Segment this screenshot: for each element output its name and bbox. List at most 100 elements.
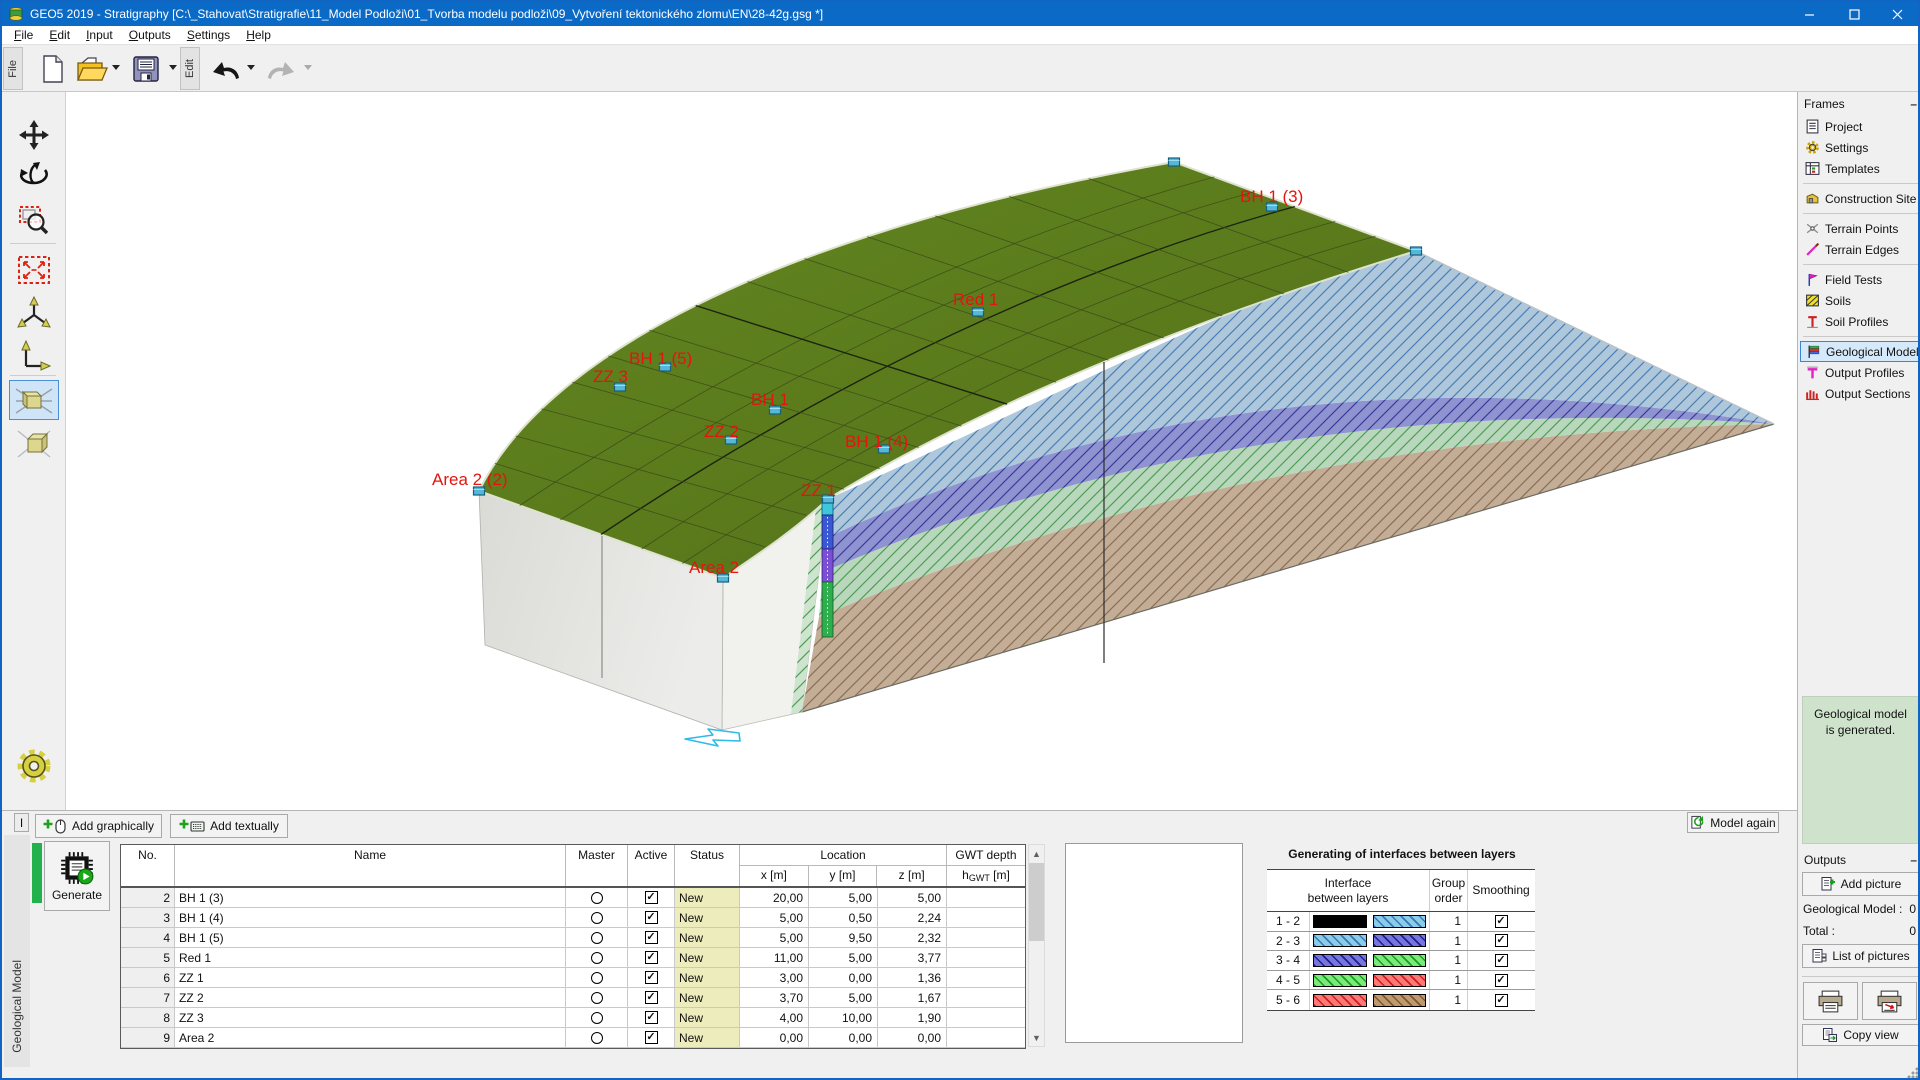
save-dropdown-arrow[interactable] <box>169 65 177 70</box>
active-checkbox[interactable]: ✓ <box>645 891 658 904</box>
add-textually-button[interactable]: Add textually <box>170 814 288 838</box>
scroll-down-arrow[interactable]: ▼ <box>1029 1029 1044 1046</box>
master-radio[interactable] <box>591 972 603 984</box>
table-row[interactable]: 5Red 1✓New11,005,003,77 <box>121 948 1025 968</box>
active-checkbox[interactable]: ✓ <box>645 931 658 944</box>
menu-settings[interactable]: Settings <box>179 27 238 43</box>
active-checkbox[interactable]: ✓ <box>645 1031 658 1044</box>
collapsed-frame-tab[interactable]: I <box>14 813 29 832</box>
print-selection-button[interactable] <box>1862 982 1917 1020</box>
table-scrollbar[interactable]: ▲ ▼ <box>1028 844 1045 1047</box>
sidebar-item-field-tests[interactable]: Field Tests <box>1800 269 1920 290</box>
master-radio[interactable] <box>591 952 603 964</box>
master-radio[interactable] <box>591 1032 603 1044</box>
sidebar-item-output-profiles[interactable]: Output Profiles <box>1800 362 1920 383</box>
master-radio[interactable] <box>591 932 603 944</box>
sidebar-item-construction-site[interactable]: Construction Site <box>1800 188 1920 209</box>
scroll-up-arrow[interactable]: ▲ <box>1029 845 1044 862</box>
sidebar-item-terrain-edges[interactable]: Terrain Edges <box>1800 239 1920 260</box>
sidebar-item-geological-model[interactable]: Geological Model <box>1800 341 1920 362</box>
interface-row[interactable]: 5 - 61✓ <box>1267 990 1535 1010</box>
axes-2d-button[interactable] <box>9 337 59 377</box>
corner-right-marker[interactable] <box>1411 247 1422 255</box>
group-order-value[interactable]: 1 <box>1430 912 1468 931</box>
active-checkbox[interactable]: ✓ <box>645 951 658 964</box>
scrollbar-thumb[interactable] <box>1029 863 1044 941</box>
sidebar-item-templates[interactable]: Templates <box>1800 158 1920 179</box>
active-checkbox[interactable]: ✓ <box>645 911 658 924</box>
zoom-window-tool-button[interactable] <box>9 200 59 240</box>
sidebar-item-project[interactable]: Project <box>1800 116 1920 137</box>
group-order-value[interactable]: 1 <box>1430 990 1468 1010</box>
corner-back-marker[interactable] <box>1169 158 1180 166</box>
master-radio[interactable] <box>591 912 603 924</box>
interface-row[interactable]: 4 - 51✓ <box>1267 971 1535 991</box>
interface-row[interactable]: 3 - 41✓ <box>1267 951 1535 971</box>
table-row[interactable]: 9Area 2✓New0,000,000,00 <box>121 1028 1025 1048</box>
active-checkbox[interactable]: ✓ <box>645 1011 658 1024</box>
table-row[interactable]: 6ZZ 1✓New3,000,001,36 <box>121 968 1025 988</box>
table-row[interactable]: 8ZZ 3✓New4,0010,001,90 <box>121 1008 1025 1028</box>
active-checkbox[interactable]: ✓ <box>645 991 658 1004</box>
table-row[interactable]: 3BH 1 (4)✓New5,000,502,24 <box>121 908 1025 928</box>
save-file-button[interactable] <box>128 50 164 88</box>
menu-file[interactable]: File <box>6 27 41 43</box>
menu-outputs[interactable]: Outputs <box>121 27 179 43</box>
new-file-button[interactable] <box>35 50 71 88</box>
pan-tool-button[interactable] <box>9 115 59 155</box>
smoothing-checkbox[interactable]: ✓ <box>1495 974 1508 987</box>
group-order-value[interactable]: 1 <box>1430 951 1468 970</box>
sidebar-item-output-sections[interactable]: Output Sections <box>1800 383 1920 404</box>
interface-row[interactable]: 1 - 21✓ <box>1267 912 1535 932</box>
open-dropdown-arrow[interactable] <box>112 65 120 70</box>
red-1-marker[interactable] <box>973 308 984 316</box>
table-row[interactable]: 4BH 1 (5)✓New5,009,502,32 <box>121 928 1025 948</box>
active-checkbox[interactable]: ✓ <box>645 971 658 984</box>
redo-dropdown-arrow[interactable] <box>304 65 312 70</box>
open-file-button[interactable] <box>74 50 110 88</box>
redo-button[interactable] <box>262 50 300 88</box>
menu-input[interactable]: Input <box>78 27 121 43</box>
master-radio[interactable] <box>591 992 603 1004</box>
model-again-button[interactable]: Model again <box>1687 812 1779 833</box>
axonometry-view-button[interactable] <box>9 424 59 464</box>
smoothing-checkbox[interactable]: ✓ <box>1495 934 1508 947</box>
copy-view-button[interactable]: Copy view <box>1802 1024 1919 1046</box>
perspective-view-button[interactable] <box>9 380 59 420</box>
menu-help[interactable]: Help <box>238 27 279 43</box>
edit-toolbar-tab[interactable]: Edit <box>180 47 200 90</box>
sidebar-item-terrain-points[interactable]: Terrain Points <box>1800 218 1920 239</box>
smoothing-checkbox[interactable]: ✓ <box>1495 994 1508 1007</box>
file-toolbar-tab[interactable]: File <box>3 47 23 90</box>
rotate-tool-button[interactable] <box>9 156 59 196</box>
smoothing-checkbox[interactable]: ✓ <box>1495 954 1508 967</box>
table-row[interactable]: 2BH 1 (3)✓New20,005,005,00 <box>121 888 1025 908</box>
smoothing-checkbox[interactable]: ✓ <box>1495 915 1508 928</box>
group-order-value[interactable]: 1 <box>1430 932 1468 951</box>
close-button[interactable] <box>1875 2 1920 26</box>
sidebar-item-settings[interactable]: Settings <box>1800 137 1920 158</box>
minimize-button[interactable] <box>1787 2 1832 26</box>
group-order-value[interactable]: 1 <box>1430 971 1468 990</box>
sidebar-item-soil-profiles[interactable]: Soil Profiles <box>1800 311 1920 332</box>
model-viewport[interactable]: BH 1 (3)Red 1BH 1 (5)ZZ 3BH 1ZZ 2BH 1 (4… <box>66 92 1797 810</box>
list-of-pictures-button[interactable]: List of pictures <box>1802 944 1919 968</box>
maximize-button[interactable] <box>1832 2 1877 26</box>
add-picture-button[interactable]: Add picture <box>1802 872 1919 896</box>
frames-minimize-button[interactable]: – <box>1910 97 1917 111</box>
generate-button[interactable]: Generate <box>44 841 110 911</box>
table-row[interactable]: 7ZZ 2✓New3,705,001,67 <box>121 988 1025 1008</box>
outputs-minimize-button[interactable]: – <box>1910 853 1917 867</box>
master-radio[interactable] <box>591 892 603 904</box>
view-settings-button[interactable] <box>9 744 59 788</box>
undo-dropdown-arrow[interactable] <box>247 65 255 70</box>
fit-to-view-button[interactable] <box>9 250 59 290</box>
sidebar-item-soils[interactable]: Soils <box>1800 290 1920 311</box>
resize-grip[interactable] <box>1906 1066 1919 1079</box>
master-radio[interactable] <box>591 1012 603 1024</box>
menu-edit[interactable]: Edit <box>41 27 78 43</box>
interface-row[interactable]: 2 - 31✓ <box>1267 932 1535 952</box>
axes-3d-button[interactable] <box>9 293 59 333</box>
print-button[interactable] <box>1803 982 1858 1020</box>
undo-button[interactable] <box>207 50 245 88</box>
